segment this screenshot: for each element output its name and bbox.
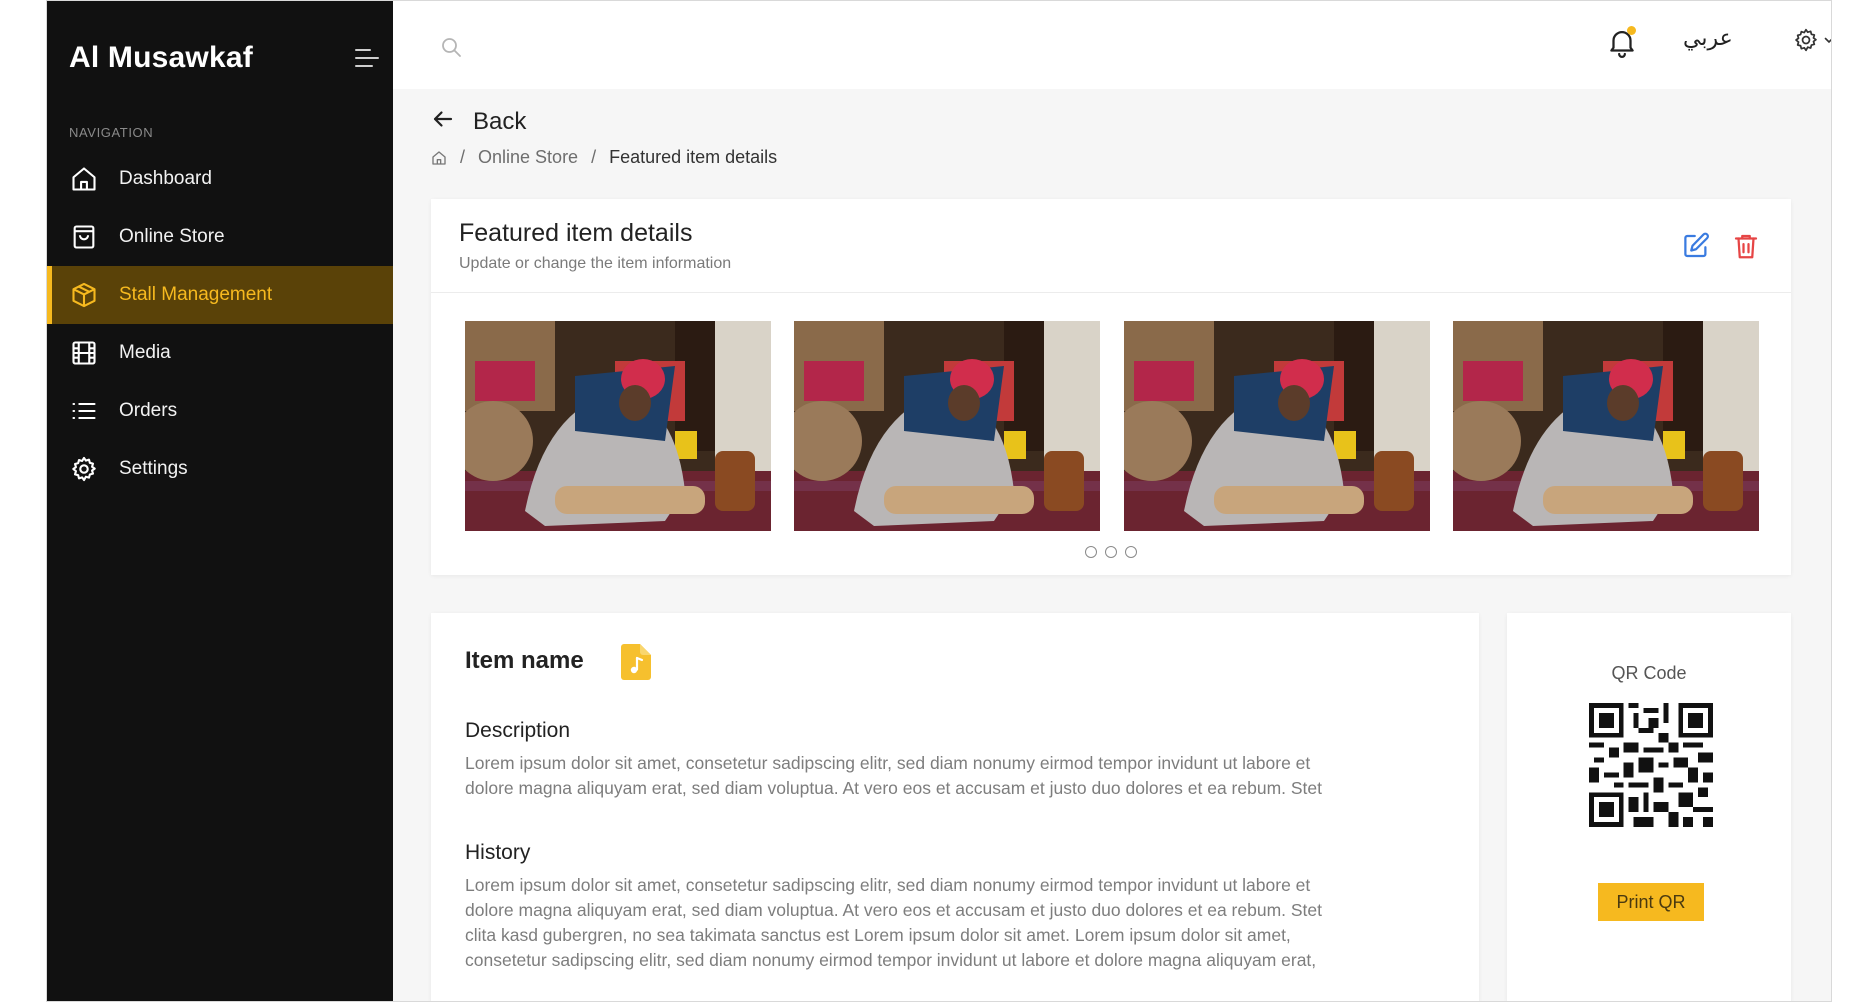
carousel-dot[interactable]: [1105, 546, 1117, 558]
back-label: Back: [473, 107, 527, 135]
gear-icon: [69, 454, 99, 484]
gear-icon: [1793, 27, 1819, 58]
nav-caption: NAVIGATION: [69, 125, 154, 140]
description-line: dolore magna aliquyam erat, sed diam vol…: [465, 778, 1323, 798]
back-button[interactable]: Back: [431, 107, 526, 136]
description-line: Lorem ipsum dolor sit amet, consetetur s…: [465, 753, 1311, 773]
featured-details-card: Featured item details Update or change t…: [431, 199, 1791, 575]
trash-icon[interactable]: [1731, 231, 1761, 261]
gallery-photo[interactable]: [465, 321, 771, 531]
arrow-left-icon: [431, 107, 455, 136]
sidebar-item-label: Orders: [119, 400, 178, 421]
carousel-pagination: [431, 546, 1791, 558]
sidebar-item-orders[interactable]: Orders: [47, 382, 393, 440]
sidebar-nav: Dashboard Online Store Stall Management …: [47, 150, 393, 498]
description-text: Lorem ipsum dolor sit amet, consetetur s…: [465, 751, 1425, 801]
breadcrumb-separator: /: [591, 147, 597, 167]
breadcrumb-online-store[interactable]: Online Store: [478, 147, 578, 168]
photo-gallery: [465, 321, 1759, 531]
chevron-down-icon: [1823, 33, 1831, 51]
history-line: consetetur sadipscing elitr, sed diam no…: [465, 950, 1317, 970]
language-switch[interactable]: عربي: [1683, 25, 1733, 51]
sidebar-item-label: Settings: [119, 458, 188, 479]
settings-dropdown[interactable]: [1793, 27, 1831, 58]
sidebar-item-dashboard[interactable]: Dashboard: [47, 150, 393, 208]
breadcrumb: / Online Store / Featured item details: [431, 147, 777, 168]
notification-dot: [1627, 26, 1636, 35]
box-icon: [69, 280, 99, 310]
card-subtitle: Update or change the item information: [459, 255, 732, 272]
card-header: Featured item details Update or change t…: [431, 199, 1791, 293]
gallery-photo[interactable]: [794, 321, 1101, 531]
sidebar: Al Musawkaf NAVIGATION Dashboard Online …: [47, 1, 393, 1001]
sidebar-item-media[interactable]: Media: [47, 324, 393, 382]
top-bar: عربي: [393, 1, 1831, 89]
breadcrumb-current: Featured item details: [609, 147, 778, 167]
history-line: clita kasd gubergren, no sea takimata sa…: [465, 925, 1291, 945]
history-line: Lorem ipsum dolor sit amet, consetetur s…: [465, 875, 1311, 895]
gallery-photo[interactable]: [1452, 321, 1759, 531]
gallery-photo[interactable]: [1123, 321, 1430, 531]
breadcrumb-separator: /: [460, 147, 466, 167]
description-title: Description: [465, 719, 571, 742]
carousel-dot[interactable]: [1125, 546, 1137, 558]
app-frame: Al Musawkaf NAVIGATION Dashboard Online …: [46, 0, 1832, 1002]
history-title: History: [465, 841, 531, 864]
app-logo: Al Musawkaf: [69, 41, 253, 74]
audio-file-icon[interactable]: [619, 643, 653, 681]
carousel-dot[interactable]: [1085, 546, 1097, 558]
list-icon: [69, 396, 99, 426]
home-icon: [69, 164, 99, 194]
sidebar-item-label: Stall Management: [119, 284, 273, 305]
sidebar-item-label: Online Store: [119, 226, 225, 247]
sidebar-item-stall-management[interactable]: Stall Management: [47, 266, 393, 324]
notification-bell-icon[interactable]: [1605, 25, 1639, 59]
item-name-label: Item name: [465, 647, 584, 674]
item-info-card: Item name Description Lorem ipsum dolor …: [431, 613, 1479, 1001]
history-line: dolore magna aliquyam erat, sed diam vol…: [465, 900, 1323, 920]
shopping-bag-icon: [69, 222, 99, 252]
qr-code-card: QR Code Print QR: [1507, 613, 1791, 1001]
sidebar-item-settings[interactable]: Settings: [47, 440, 393, 498]
print-qr-button[interactable]: Print QR: [1598, 883, 1704, 921]
card-title: Featured item details: [459, 219, 693, 247]
qr-code-image: [1589, 703, 1713, 827]
sidebar-item-online-store[interactable]: Online Store: [47, 208, 393, 266]
sidebar-item-label: Media: [119, 342, 171, 363]
film-icon: [69, 338, 99, 368]
menu-collapse-icon[interactable]: [355, 47, 381, 69]
qr-code-label: QR Code: [1611, 663, 1687, 683]
edit-icon[interactable]: [1681, 231, 1711, 261]
sidebar-item-label: Dashboard: [119, 168, 212, 189]
history-text: Lorem ipsum dolor sit amet, consetetur s…: [465, 873, 1425, 973]
home-icon[interactable]: [431, 150, 447, 166]
search-icon[interactable]: [439, 35, 463, 59]
